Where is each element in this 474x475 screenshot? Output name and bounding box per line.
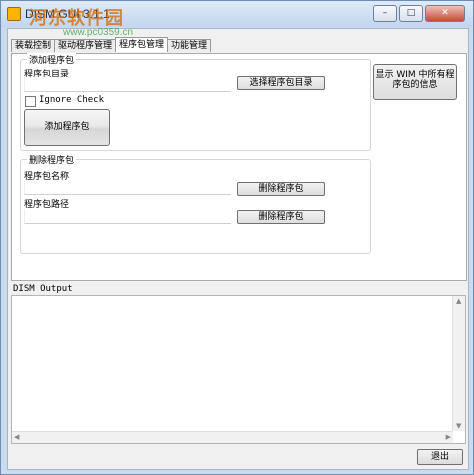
ignore-check-checkbox[interactable] [25, 96, 36, 107]
remove-package-group: 删除程序包 程序包名称 删除程序包 程序包路径 删除程序包 [20, 153, 371, 254]
scroll-right-icon[interactable]: ▶ [446, 433, 451, 441]
add-package-group-title: 添加程序包 [27, 53, 77, 66]
title-bar: DISM GUI 3.1.1 河东软件园 – □ ✕ [1, 1, 473, 29]
minimize-button[interactable]: – [373, 5, 397, 22]
exit-button[interactable]: 退出 [417, 449, 463, 465]
maximize-button[interactable]: □ [399, 5, 423, 22]
tab-driver-management[interactable]: 驱动程序管理 [54, 39, 117, 52]
remove-package-group-title: 删除程序包 [27, 153, 77, 166]
package-management-panel: 添加程序包 程序包目录 选择程序包目录 Ignore Check 添加程序包 显… [11, 53, 467, 281]
ignore-check-label: Ignore Check [39, 95, 105, 105]
add-package-button[interactable]: 添加程序包 [24, 109, 110, 146]
package-path-input[interactable] [24, 209, 231, 224]
tab-package-management[interactable]: 程序包管理 [115, 37, 169, 52]
dism-output-label: DISM Output [13, 284, 73, 294]
scroll-left-icon[interactable]: ◀ [14, 433, 19, 441]
close-button[interactable]: ✕ [425, 5, 465, 22]
scroll-up-icon[interactable]: ▲ [456, 297, 461, 305]
package-dir-input[interactable] [24, 77, 231, 92]
tab-strip: 装载控制 驱动程序管理 程序包管理 功能管理 [11, 37, 212, 53]
select-package-dir-button[interactable]: 选择程序包目录 [237, 76, 325, 90]
show-wim-packages-info-button[interactable]: 显示 WIM 中所有程序包的信息 [373, 64, 457, 100]
app-window: DISM GUI 3.1.1 河东软件园 – □ ✕ 装载控制 驱动程序管理 程… [0, 0, 474, 475]
app-icon [7, 7, 21, 21]
tab-feature-management[interactable]: 功能管理 [167, 39, 212, 52]
remove-package-by-path-button[interactable]: 删除程序包 [237, 210, 325, 224]
tab-mount-control[interactable]: 装载控制 [11, 39, 56, 52]
output-horizontal-scrollbar[interactable]: ◀ ▶ [12, 431, 453, 443]
main-client-area: 装载控制 驱动程序管理 程序包管理 功能管理 添加程序包 程序包目录 选择程序包… [7, 28, 469, 470]
package-name-input[interactable] [24, 180, 231, 195]
remove-package-by-name-button[interactable]: 删除程序包 [237, 182, 325, 196]
dism-output-textarea[interactable]: ▲ ▼ ◀ ▶ [11, 295, 466, 444]
window-controls: – □ ✕ [373, 5, 465, 22]
output-vertical-scrollbar[interactable]: ▲ ▼ [452, 296, 465, 431]
scroll-down-icon[interactable]: ▼ [456, 422, 461, 430]
add-package-group: 添加程序包 程序包目录 选择程序包目录 Ignore Check 添加程序包 [20, 53, 371, 151]
